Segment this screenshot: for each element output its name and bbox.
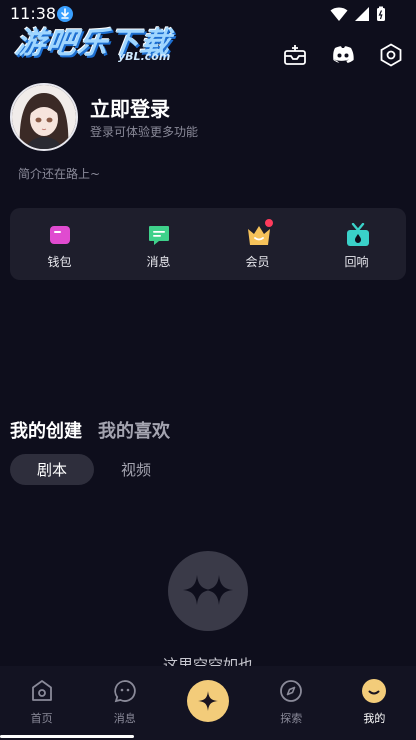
tab-my-liked[interactable]: 我的喜欢	[98, 417, 170, 443]
nav-label: 消息	[113, 712, 136, 725]
watermark-subtitle: yBL.com	[118, 50, 171, 63]
settings-hexagon-icon[interactable]	[378, 42, 404, 68]
wallet-icon	[48, 223, 72, 247]
nav-label: 我的	[363, 712, 386, 725]
nav-messages[interactable]: 消息	[83, 666, 166, 740]
menu-item-membership[interactable]: 会员	[208, 208, 307, 280]
battery-icon	[376, 6, 386, 22]
menu-item-label: 消息	[146, 255, 171, 269]
menu-item-label: 回响	[344, 255, 369, 269]
create-sparkle-icon	[187, 680, 229, 722]
menu-item-messages[interactable]: 消息	[109, 208, 208, 280]
menu-item-echo[interactable]: 回响	[307, 208, 406, 280]
empty-state-sparkle-icon	[168, 551, 248, 631]
chat-bubble-icon	[112, 678, 138, 704]
nav-home[interactable]: 首页	[0, 666, 83, 740]
discord-icon[interactable]	[330, 42, 356, 68]
nav-mine[interactable]: 我的	[333, 666, 416, 740]
nav-label: 探索	[280, 712, 303, 725]
gift-box-icon	[345, 222, 369, 247]
login-subtitle: 登录可体验更多功能	[90, 125, 199, 139]
compass-icon	[278, 678, 304, 704]
top-actions	[282, 42, 404, 68]
nav-create[interactable]	[166, 666, 249, 740]
sub-tabs: 剧本 视频	[10, 454, 178, 485]
home-indicator	[0, 735, 134, 738]
bottom-nav: 首页 消息 探索 我的	[0, 666, 416, 740]
watermark-logo: 游吧乐下载 yBL.com	[13, 18, 186, 68]
smile-face-icon	[361, 678, 387, 704]
subtab-video[interactable]: 视频	[94, 454, 178, 485]
notification-badge	[264, 219, 273, 227]
profile-bio: 简介还在路上~	[18, 167, 101, 181]
avatar[interactable]	[10, 83, 78, 151]
quick-menu-card: 钱包 消息 会员 回响	[10, 208, 406, 280]
nav-explore[interactable]: 探索	[250, 666, 333, 740]
message-icon	[147, 223, 171, 247]
subtab-script[interactable]: 剧本	[10, 454, 94, 485]
tab-my-created[interactable]: 我的创建	[10, 417, 82, 443]
wifi-icon	[330, 6, 348, 22]
signal-icon	[354, 6, 370, 22]
crown-icon	[246, 219, 273, 247]
content-tabs: 我的创建 我的喜欢	[10, 417, 170, 443]
nav-label: 首页	[30, 712, 53, 725]
menu-item-wallet[interactable]: 钱包	[10, 208, 109, 280]
login-title[interactable]: 立即登录	[90, 93, 170, 122]
inbox-icon[interactable]	[282, 42, 308, 68]
menu-item-label: 钱包	[47, 255, 72, 269]
menu-item-label: 会员	[245, 255, 270, 269]
home-icon	[29, 678, 55, 704]
